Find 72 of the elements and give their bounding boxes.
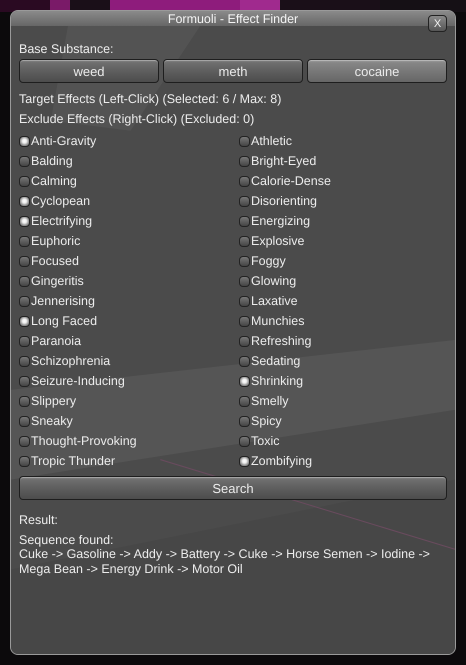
effect-label[interactable]: Cyclopean: [31, 194, 90, 208]
checkbox[interactable]: [239, 236, 250, 246]
effect-label[interactable]: Gingeritis: [31, 274, 84, 288]
effect-label[interactable]: Explosive: [251, 234, 304, 248]
checkbox[interactable]: [239, 136, 250, 146]
effect-label[interactable]: Schizophrenia: [31, 354, 110, 368]
effect-label[interactable]: Tropic Thunder: [31, 454, 116, 468]
result-label: Result:: [19, 513, 59, 527]
target-effects-info: Target Effects (Left-Click) (Selected: 6 / Max: 8): [19, 91, 282, 108]
checkbox[interactable]: [19, 356, 30, 366]
effect-label[interactable]: Long Faced: [31, 314, 98, 328]
substance-button[interactable]: meth: [163, 59, 303, 83]
checkbox[interactable]: [239, 456, 250, 466]
checkbox[interactable]: [239, 296, 250, 306]
effect-label[interactable]: Energizing: [251, 214, 310, 228]
effect-label[interactable]: Glowing: [251, 274, 296, 288]
effect-label[interactable]: Munchies: [251, 314, 304, 328]
effect-label[interactable]: Sneaky: [31, 414, 73, 428]
checkbox[interactable]: [239, 216, 250, 226]
effect-label[interactable]: Refreshing: [251, 334, 312, 348]
effect-label[interactable]: Thought-Provoking: [31, 434, 137, 448]
effect-label[interactable]: Euphoric: [31, 234, 80, 248]
window-title: Formuoli - Effect Finder: [168, 12, 298, 26]
checkbox[interactable]: [239, 176, 250, 186]
effect-label[interactable]: Spicy: [251, 414, 282, 428]
effect-label[interactable]: Calming: [31, 174, 77, 188]
effect-label[interactable]: Shrinking: [251, 374, 304, 388]
section-label: Base Substance:: [19, 42, 115, 56]
checkbox[interactable]: [19, 376, 30, 386]
effect-label[interactable]: Calorie-Dense: [251, 174, 331, 188]
checkbox[interactable]: [239, 336, 250, 346]
effect-label[interactable]: Laxative: [251, 294, 298, 308]
checkbox[interactable]: [19, 256, 30, 266]
effect-label[interactable]: Bright-Eyed: [251, 154, 316, 168]
effect-label[interactable]: Smelly: [251, 394, 289, 408]
effect-label[interactable]: Foggy: [251, 254, 286, 268]
effect-label[interactable]: Athletic: [251, 134, 292, 148]
effect-label[interactable]: Slippery: [31, 394, 76, 408]
checkbox[interactable]: [19, 236, 30, 246]
checkbox[interactable]: [19, 336, 30, 346]
checkbox[interactable]: [239, 316, 250, 326]
effect-label[interactable]: Toxic: [251, 434, 280, 448]
checkbox[interactable]: [19, 176, 30, 186]
checkbox[interactable]: [19, 136, 30, 146]
effect-label[interactable]: Anti-Gravity: [31, 134, 96, 148]
exclude-effects-info: Exclude Effects (Right-Click) (Excluded: 0): [19, 111, 256, 128]
checkbox[interactable]: [19, 316, 30, 326]
checkbox[interactable]: [19, 156, 30, 166]
checkbox[interactable]: [239, 256, 250, 266]
checkbox[interactable]: [239, 156, 250, 166]
checkbox[interactable]: [239, 356, 250, 366]
effect-label[interactable]: Balding: [31, 154, 73, 168]
checkbox[interactable]: [19, 216, 30, 226]
checkbox[interactable]: [19, 276, 30, 286]
checkbox[interactable]: [239, 276, 250, 286]
effect-label[interactable]: Focused: [31, 254, 79, 268]
substance-button[interactable]: weed: [19, 59, 159, 83]
effect-label[interactable]: Seizure-Inducing: [31, 374, 125, 388]
checkbox[interactable]: [19, 296, 30, 306]
search-button[interactable]: Search: [19, 476, 447, 500]
effect-label[interactable]: Electrifying: [31, 214, 92, 228]
checkbox[interactable]: [19, 196, 30, 206]
checkbox[interactable]: [239, 196, 250, 206]
close-button[interactable]: X: [428, 15, 447, 32]
effect-label[interactable]: Zombifying: [251, 454, 312, 468]
effect-label[interactable]: Disorienting: [251, 194, 318, 208]
result-sequence: Cuke -> Gasoline -> Addy -> Battery -> Cuke -> Horse Semen -> Iodine -> Mega Bean -> Energy Drink -> Motor Oil: [19, 547, 431, 577]
result-heading: Sequence found:: [19, 533, 115, 547]
effect-label[interactable]: Paranoia: [31, 334, 82, 348]
substance-button[interactable]: cocaine: [307, 59, 447, 83]
effect-label[interactable]: Jennerising: [31, 294, 95, 308]
effect-label[interactable]: Sedating: [251, 354, 300, 368]
